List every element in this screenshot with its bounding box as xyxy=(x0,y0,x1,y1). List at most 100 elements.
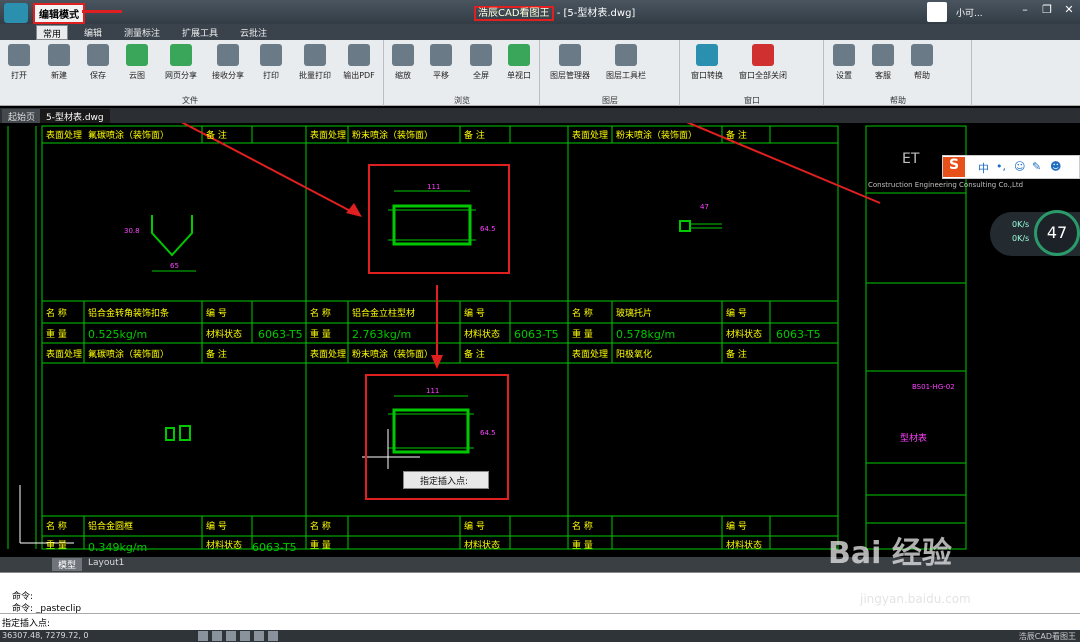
polar-toggle-icon[interactable] xyxy=(240,631,250,641)
ortho-toggle-icon[interactable] xyxy=(226,631,236,641)
drawing-title: 型材表 xyxy=(900,432,927,444)
app-name: 浩辰CAD看图王 xyxy=(474,6,554,21)
cell-number-label-4: 编 号 xyxy=(206,520,227,532)
fullscreen-icon xyxy=(470,44,492,66)
window-switch-button[interactable]: 窗口转换 xyxy=(684,44,730,81)
cad-drawing: 表面处理 氟碳喷涂（装饰面） 备 注 表面处理 粉末喷涂（装饰面） 备 注 表面… xyxy=(7,27,1023,554)
ime-user-icon[interactable]: ☻ xyxy=(1050,160,1061,173)
window-title: 浩辰CAD看图王 - [5-型材表.dwg] xyxy=(474,4,635,21)
ime-language-toggle[interactable]: 中 xyxy=(978,160,989,176)
osnap-toggle-icon[interactable] xyxy=(254,631,264,641)
group-label-window: 窗口 xyxy=(744,96,760,105)
download-speed: 0K/s xyxy=(1012,234,1030,243)
save-button[interactable]: 保存 xyxy=(77,44,119,81)
group-label-file: 文件 xyxy=(182,96,198,105)
cell-remark-3: 备 注 xyxy=(726,129,747,141)
layer-manager-button[interactable]: 图层管理器 xyxy=(544,44,596,81)
tab-drawing-file[interactable]: 5-型材表.dwg xyxy=(40,109,110,123)
tab-measure[interactable]: 测量标注 xyxy=(118,25,166,40)
receive-share-button[interactable]: 接收分享 xyxy=(207,44,249,81)
tab-cloud-annotate[interactable]: 云批注 xyxy=(234,25,273,40)
app-logo-icon xyxy=(4,3,28,23)
alloy-value-2: 6063-T5 xyxy=(514,328,559,341)
group-label-help: 帮助 xyxy=(890,96,906,105)
cell-weight-label-6: 重 量 xyxy=(572,539,593,551)
export-pdf-button[interactable]: 输出PDF xyxy=(338,44,380,81)
group-label-layer: 图层 xyxy=(602,96,618,105)
cloud-icon xyxy=(126,44,148,66)
upload-speed: 0K/s xyxy=(1012,220,1030,229)
lineweight-toggle-icon[interactable] xyxy=(268,631,278,641)
cell-finish-3: 粉末喷涂（装饰面） xyxy=(616,129,697,141)
tab-edit[interactable]: 编辑 xyxy=(78,25,108,40)
single-viewport-button[interactable]: 单视口 xyxy=(498,44,540,81)
close-button[interactable]: ✕ xyxy=(1060,3,1078,19)
avatar[interactable] xyxy=(927,2,947,22)
maximize-button[interactable]: ❐ xyxy=(1038,3,1056,19)
cell-name-label-4: 名 称 xyxy=(46,520,67,532)
minimize-button[interactable]: – xyxy=(1016,3,1034,19)
cell-material-label-6: 材料状态 xyxy=(726,539,762,551)
cell-weight-label-4: 重 量 xyxy=(46,539,67,551)
window-switch-icon xyxy=(696,44,718,66)
zoom-button[interactable]: 缩放 xyxy=(382,44,424,81)
command-prompt[interactable]: 指定插入点: xyxy=(2,616,50,629)
cell-material-label-5: 材料状态 xyxy=(464,539,500,551)
ime-punct-toggle[interactable]: •, xyxy=(996,160,1006,173)
tab-model[interactable]: 模型 xyxy=(52,558,83,571)
save-icon xyxy=(87,44,109,66)
tab-common[interactable]: 常用 xyxy=(36,25,69,40)
web-share-button[interactable]: 网页分享 xyxy=(160,44,202,81)
batch-print-button[interactable]: 批量打印 xyxy=(294,44,336,81)
edit-mode-indicator[interactable]: 编辑模式 xyxy=(33,3,85,24)
tab-extend[interactable]: 扩展工具 xyxy=(176,25,224,40)
folder-open-icon xyxy=(8,44,30,66)
drawing-canvas[interactable]: 表面处理 氟碳喷涂（装饰面） 备 注 表面处理 粉末喷涂（装饰面） 备 注 表面… xyxy=(0,27,1080,557)
cell-number-label-6: 编 号 xyxy=(726,520,747,532)
ime-emoji-icon[interactable]: ☺ xyxy=(1014,160,1025,173)
cell-finish-4: 氟碳喷涂（装饰面） xyxy=(88,348,169,360)
help-button[interactable]: 帮助 xyxy=(901,44,943,81)
tab-start-page[interactable]: 起始页 xyxy=(2,109,42,123)
snap-toggle-icon[interactable] xyxy=(212,631,222,641)
dim-height-bottom: 64.5 xyxy=(480,429,496,437)
cell-finish-6: 阳极氧化 xyxy=(616,348,652,360)
layer-toolbar-button[interactable]: 图层工具栏 xyxy=(600,44,652,81)
cell-weight-label-2: 重 量 xyxy=(310,328,331,340)
dim-left: 30.8 xyxy=(124,227,140,235)
alloy-value-4: 6063-T5 xyxy=(252,541,297,554)
alloy-value-1: 6063-T5 xyxy=(258,328,303,341)
cloud-button[interactable]: 云图 xyxy=(116,44,158,81)
new-file-icon xyxy=(48,44,70,66)
company-name-en: Construction Engineering Consulting Co.,… xyxy=(868,181,1023,189)
cell-name-label-3: 名 称 xyxy=(572,307,593,319)
print-button[interactable]: 打印 xyxy=(250,44,292,81)
pan-button[interactable]: 平移 xyxy=(420,44,462,81)
open-button[interactable]: 打开 xyxy=(0,44,40,81)
fullscreen-button[interactable]: 全屏 xyxy=(460,44,502,81)
user-name[interactable]: 小可... xyxy=(956,6,983,19)
sogou-ime-icon[interactable]: S xyxy=(943,157,965,177)
dim-right: 47 xyxy=(700,203,709,211)
cell-material-label-1: 材料状态 xyxy=(206,328,242,340)
app-window: 编辑模式 浩辰CAD看图王 - [5-型材表.dwg] 小可... – ❐ ✕ … xyxy=(0,0,1080,642)
cell-name-1: 铝合金转角装饰扣条 xyxy=(88,307,169,319)
pdf-icon xyxy=(348,44,370,66)
alloy-value-3: 6063-T5 xyxy=(776,328,821,341)
grid-toggle-icon[interactable] xyxy=(198,631,208,641)
support-button[interactable]: 客服 xyxy=(862,44,904,81)
cell-weight-label-1: 重 量 xyxy=(46,328,67,340)
cell-remark-5: 备 注 xyxy=(464,348,485,360)
new-button[interactable]: 新建 xyxy=(38,44,80,81)
status-app-name: 浩辰CAD看图王 xyxy=(1018,632,1076,641)
close-all-windows-button[interactable]: 窗口全部关闭 xyxy=(734,44,792,81)
single-viewport-icon xyxy=(508,44,530,66)
ime-skin-icon[interactable]: ✎ xyxy=(1032,160,1041,173)
cell-surface-3: 表面处理 xyxy=(572,129,608,141)
tab-layout1[interactable]: Layout1 xyxy=(82,558,130,571)
help-icon xyxy=(911,44,933,66)
cell-finish-5: 粉末喷涂（装饰面） xyxy=(352,348,433,360)
settings-button[interactable]: 设置 xyxy=(823,44,865,81)
cell-name-label-6: 名 称 xyxy=(572,520,593,532)
memory-gauge[interactable]: 47 xyxy=(1034,210,1080,256)
